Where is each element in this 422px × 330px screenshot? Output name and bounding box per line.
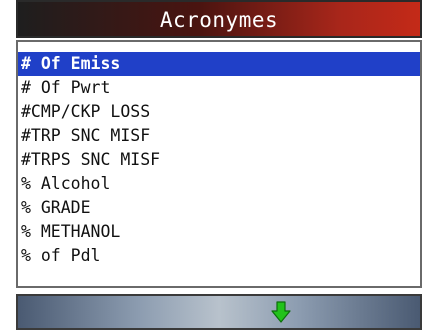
arrow-down-icon[interactable] xyxy=(271,301,291,323)
list-item[interactable]: #TRP SNC MISF xyxy=(18,124,420,148)
scan-tool-screen: Acronymes # Of Emiss # Of Pwrt #CMP/CKP … xyxy=(16,0,422,330)
list-item[interactable]: # Of Pwrt xyxy=(18,76,420,100)
footer-scroll-bar xyxy=(16,294,422,330)
acronym-list: # Of Emiss # Of Pwrt #CMP/CKP LOSS #TRP … xyxy=(18,52,420,268)
acronym-list-panel: # Of Emiss # Of Pwrt #CMP/CKP LOSS #TRP … xyxy=(16,40,422,288)
screen-title: Acronymes xyxy=(159,8,279,32)
list-item[interactable]: #CMP/CKP LOSS xyxy=(18,100,420,124)
list-item[interactable]: % GRADE xyxy=(18,196,420,220)
list-item[interactable]: # Of Emiss xyxy=(18,52,420,76)
list-item[interactable]: % Alcohol xyxy=(18,172,420,196)
list-item[interactable]: #TRPS SNC MISF xyxy=(18,148,420,172)
list-item[interactable]: % of Pdl xyxy=(18,244,420,268)
title-bar: Acronymes xyxy=(16,0,422,38)
list-item[interactable]: % METHANOL xyxy=(18,220,420,244)
